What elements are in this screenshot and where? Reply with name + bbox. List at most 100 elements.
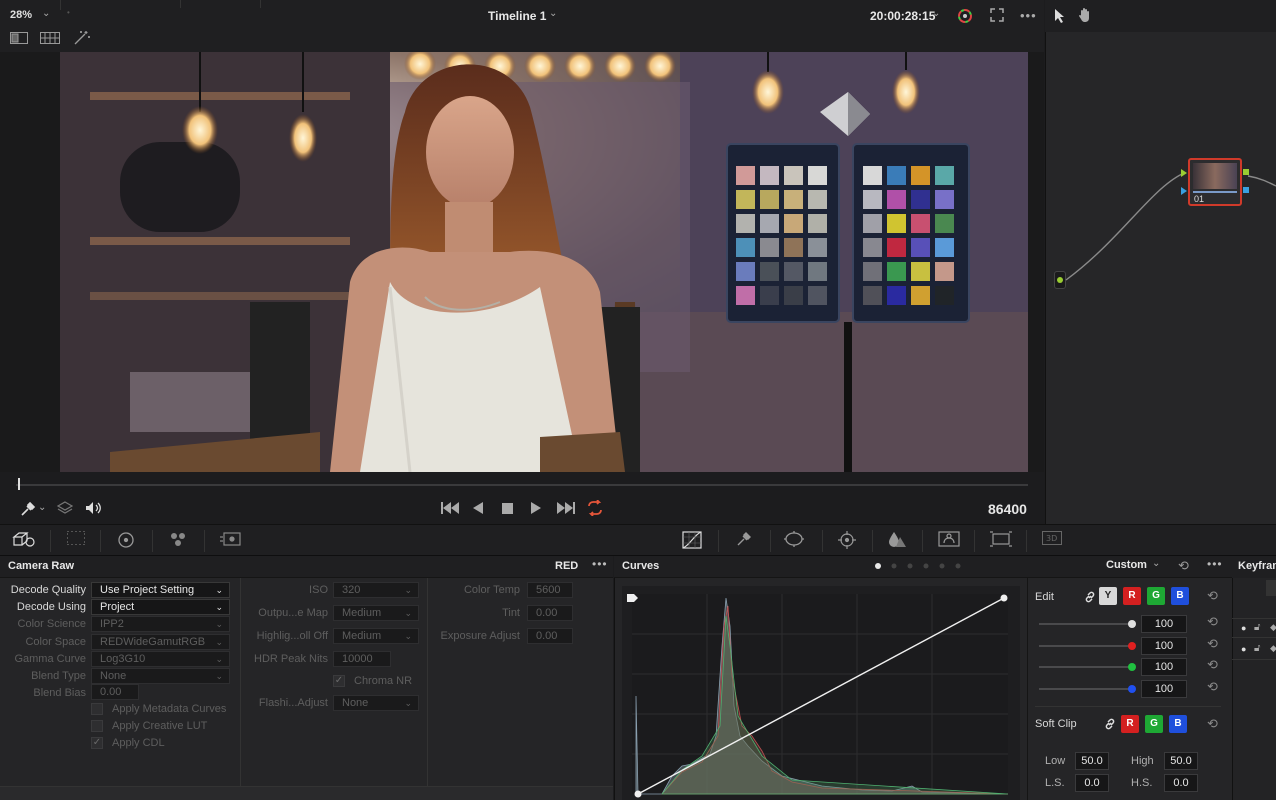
- intensity-input[interactable]: 100: [1141, 658, 1187, 676]
- slider-handle[interactable]: [1128, 663, 1136, 671]
- play-reverse-icon[interactable]: [473, 502, 483, 517]
- raw-format-label[interactable]: RED: [555, 560, 578, 572]
- reset-icon[interactable]: ⟲: [1207, 636, 1218, 652]
- slider-handle[interactable]: [1128, 620, 1136, 628]
- camera-raw-dropdown[interactable]: Project ⌄: [91, 599, 230, 616]
- keyframes-timecode-field[interactable]: [1266, 580, 1276, 596]
- skip-to-start-icon[interactable]: [441, 502, 459, 517]
- checkbox[interactable]: [91, 703, 103, 715]
- camera-raw-dropdown: Medium ⌄: [333, 628, 419, 644]
- intensity-slider[interactable]: [1039, 623, 1133, 625]
- lock-icon[interactable]: 🔓︎: [1254, 622, 1260, 633]
- intensity-slider[interactable]: [1039, 687, 1133, 690]
- curves-page-dots[interactable]: [874, 560, 964, 574]
- hand-icon[interactable]: [1077, 7, 1093, 26]
- curves-mode-select[interactable]: Custom: [1106, 559, 1147, 571]
- qualifier-eyedropper-icon[interactable]: [734, 531, 754, 549]
- chevron-down-icon[interactable]: ⌄: [549, 8, 557, 19]
- keyframe-track[interactable]: ● 🔓︎ ◆: [1232, 640, 1276, 660]
- timeline-title[interactable]: Timeline 1: [488, 9, 546, 23]
- hdr-peak-input: 10000: [333, 651, 391, 667]
- more-options-icon[interactable]: •••: [592, 557, 608, 571]
- dropdown-value: Log3G10: [100, 652, 146, 665]
- key-icon[interactable]: [938, 531, 960, 549]
- zoom-level[interactable]: 28%: [10, 9, 32, 21]
- node-output[interactable]: [1243, 169, 1249, 175]
- hdr-peak-label: HDR Peak Nits: [254, 653, 328, 665]
- channel-r-button[interactable]: R: [1123, 587, 1141, 605]
- checkbox[interactable]: ✓: [91, 737, 103, 749]
- chevron-down-icon[interactable]: ⌄: [932, 8, 940, 19]
- soft-clip-g-button[interactable]: G: [1145, 715, 1163, 733]
- keyframe-track[interactable]: ● 🔓︎ ◆: [1232, 618, 1276, 638]
- split-view-icon[interactable]: [10, 32, 28, 47]
- grid-view-icon[interactable]: [40, 32, 60, 47]
- high-soft-input[interactable]: 0.0: [1164, 774, 1198, 792]
- playhead[interactable]: [18, 478, 20, 490]
- slider-handle[interactable]: [1128, 641, 1136, 650]
- soft-clip-r-button[interactable]: R: [1121, 715, 1139, 733]
- chevron-down-icon[interactable]: ⌄: [1152, 558, 1160, 569]
- color-match-icon[interactable]: [66, 530, 86, 549]
- video-frame[interactable]: [60, 52, 1028, 472]
- tracker-icon[interactable]: [837, 531, 857, 549]
- camera-raw-icon[interactable]: [12, 531, 35, 549]
- skip-to-end-icon[interactable]: [557, 502, 575, 517]
- scrub-bar[interactable]: [16, 484, 1028, 486]
- link-icon[interactable]: [1103, 717, 1117, 734]
- stop-icon[interactable]: [502, 503, 513, 517]
- slider-handle[interactable]: [1128, 684, 1136, 693]
- reset-icon[interactable]: ⟲: [1207, 588, 1218, 604]
- lock-icon[interactable]: 🔓︎: [1254, 643, 1260, 654]
- reset-icon[interactable]: ⟲: [1207, 716, 1218, 732]
- color-wheel-icon[interactable]: [957, 8, 973, 24]
- rgb-mixer-icon[interactable]: [168, 531, 188, 549]
- channel-g-button[interactable]: G: [1147, 587, 1165, 605]
- blur-icon[interactable]: [887, 531, 907, 549]
- intensity-input[interactable]: 100: [1141, 636, 1187, 655]
- 3d-icon[interactable]: 3D: [1042, 531, 1062, 549]
- intensity-input[interactable]: 100: [1141, 615, 1187, 633]
- pointer-icon[interactable]: [1054, 8, 1066, 27]
- channel-y-button[interactable]: Y: [1099, 587, 1117, 605]
- curves-icon[interactable]: [682, 531, 702, 549]
- intensity-slider[interactable]: [1039, 644, 1133, 647]
- magic-wand-icon[interactable]: [73, 30, 91, 49]
- speaker-icon[interactable]: [85, 501, 103, 518]
- sizing-icon[interactable]: [990, 531, 1012, 549]
- high-input[interactable]: 50.0: [1164, 752, 1198, 770]
- reset-icon[interactable]: ⟲: [1207, 657, 1218, 673]
- reset-icon[interactable]: ⟲: [1178, 558, 1189, 574]
- diamond-icon[interactable]: ◆: [1270, 643, 1276, 654]
- low-soft-input[interactable]: 0.0: [1075, 774, 1109, 792]
- node-01[interactable]: 01: [1188, 158, 1242, 206]
- play-icon[interactable]: [531, 502, 541, 517]
- color-wheels-icon[interactable]: [116, 531, 136, 549]
- timecode[interactable]: 20:00:28:15: [870, 9, 935, 23]
- chevron-down-icon[interactable]: ⌄: [38, 502, 46, 513]
- more-options-icon[interactable]: •••: [1207, 557, 1223, 571]
- node-key-output[interactable]: [1243, 187, 1249, 193]
- window-icon[interactable]: [784, 531, 804, 549]
- motion-effects-icon[interactable]: [220, 531, 241, 549]
- camera-raw-dropdown[interactable]: Use Project Setting ⌄: [91, 582, 230, 598]
- more-options-icon[interactable]: •••: [1020, 8, 1036, 24]
- soft-clip-b-button[interactable]: B: [1169, 715, 1187, 733]
- channel-b-button[interactable]: B: [1171, 587, 1189, 605]
- eyedropper-icon[interactable]: [20, 501, 36, 520]
- reset-icon[interactable]: ⟲: [1207, 614, 1218, 630]
- curves-graph[interactable]: [622, 586, 1020, 800]
- diamond-icon[interactable]: ◆: [1270, 622, 1276, 633]
- chevron-down-icon[interactable]: ⌄: [42, 8, 50, 19]
- fullscreen-icon[interactable]: [989, 8, 1005, 24]
- low-input[interactable]: 50.0: [1075, 752, 1109, 770]
- layers-icon[interactable]: [56, 501, 74, 518]
- loop-icon[interactable]: [585, 499, 605, 519]
- camera-raw-label: Color Space: [25, 635, 86, 648]
- link-icon[interactable]: [1083, 590, 1097, 607]
- intensity-slider[interactable]: [1039, 666, 1133, 668]
- dropdown-value: Medium: [342, 607, 382, 619]
- reset-icon[interactable]: ⟲: [1207, 679, 1218, 695]
- intensity-input[interactable]: 100: [1141, 679, 1187, 698]
- checkbox[interactable]: [91, 720, 103, 732]
